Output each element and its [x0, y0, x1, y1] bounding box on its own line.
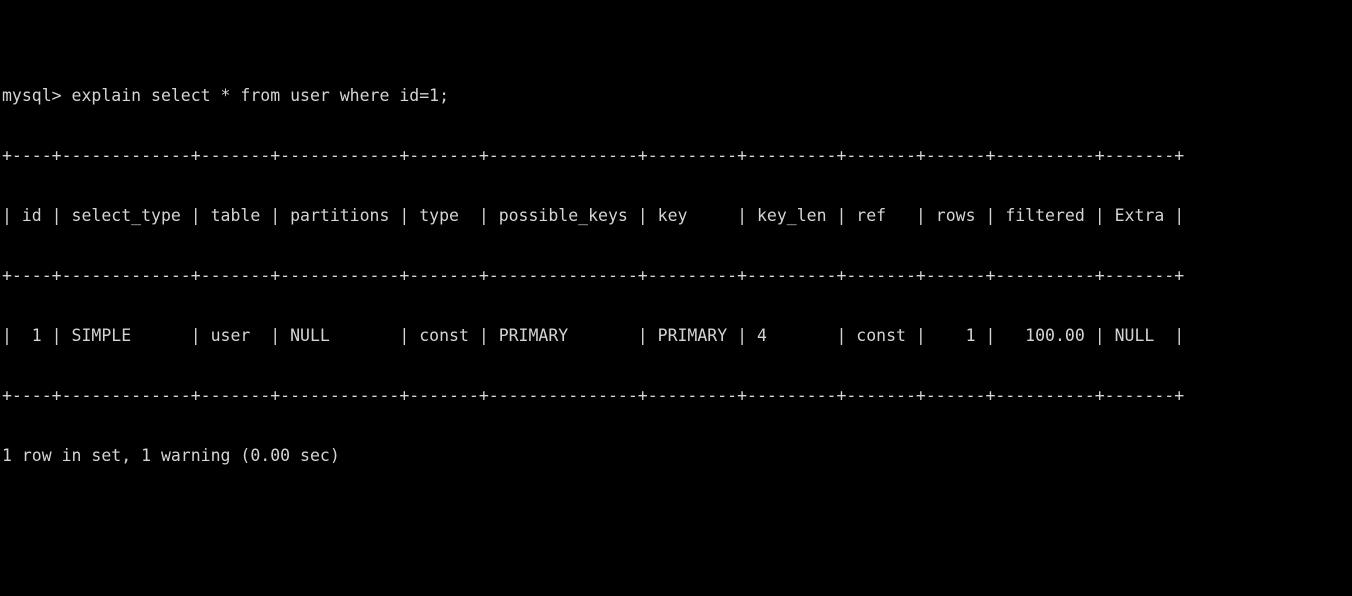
table-header-row: | id | select_type | table | partitions … — [2, 206, 1185, 225]
table-border-bottom: +----+-------------+-------+------------… — [2, 386, 1185, 405]
table-border-top: +----+-------------+-------+------------… — [2, 146, 1185, 165]
status-line: 1 row in set, 1 warning (0.00 sec) — [2, 446, 340, 465]
table-row: | 1 | SIMPLE | user | NULL | const | PRI… — [2, 326, 1185, 345]
command-line: mysql> explain select * from user where … — [2, 86, 450, 105]
table-border-mid: +----+-------------+-------+------------… — [2, 266, 1185, 285]
terminal-screen[interactable]: mysql> explain select * from user where … — [0, 0, 1352, 596]
